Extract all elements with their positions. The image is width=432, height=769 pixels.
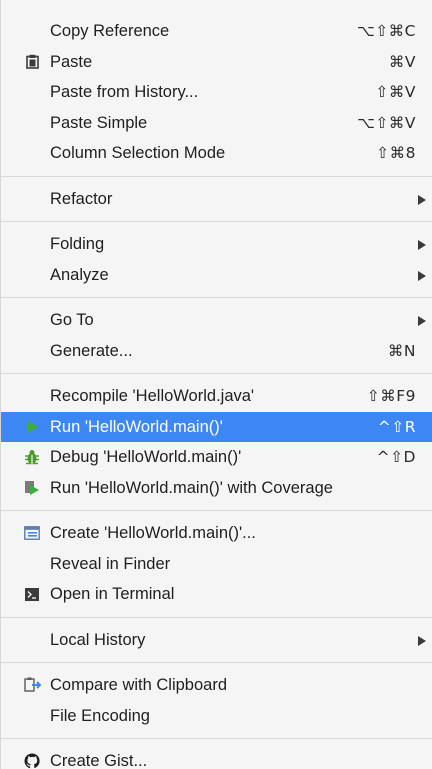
menu-item-label: Go To: [50, 311, 94, 329]
context-menu: Copy Reference ⌥⇧⌘C Paste ⌘V Paste from …: [0, 0, 432, 769]
menu-item-go-to[interactable]: Go To: [1, 305, 432, 336]
submenu-arrow-icon: [418, 194, 426, 205]
run-config-icon: [23, 518, 41, 549]
menu-item-shortcut: ^⇧D: [376, 448, 416, 466]
menu-item-recompile[interactable]: Recompile 'HelloWorld.java' ⇧⌘F9: [1, 381, 432, 412]
menu-item-label: Create 'HelloWorld.main()'...: [50, 524, 256, 542]
menu-item-shortcut: ⇧⌘F9: [366, 387, 416, 405]
menu-item-label: Column Selection Mode: [50, 144, 226, 162]
menu-item-compare-with-clipboard[interactable]: Compare with Clipboard: [1, 670, 432, 701]
menu-item-label: Open in Terminal: [50, 585, 175, 603]
submenu-arrow-icon: [418, 270, 426, 281]
submenu-arrow-icon: [418, 635, 426, 646]
menu-item-run-with-coverage[interactable]: Run 'HelloWorld.main()' with Coverage: [1, 473, 432, 504]
compare-icon: [23, 670, 41, 701]
menu-item-label: File Encoding: [50, 706, 150, 725]
menu-item-label: Run 'HelloWorld.main()' with Coverage: [50, 478, 333, 497]
menu-separator: [1, 503, 432, 518]
menu-item-debug[interactable]: Debug 'HelloWorld.main()' ^⇧D: [1, 442, 432, 473]
menu-item-label: Reveal in Finder: [50, 554, 171, 573]
menu-item-refactor[interactable]: Refactor: [1, 184, 432, 215]
menu-separator: [1, 214, 432, 229]
menu-item-column-selection-mode[interactable]: Column Selection Mode ⇧⌘8: [1, 138, 432, 169]
menu-item-generate[interactable]: Generate... ⌘N: [1, 336, 432, 367]
menu-item-label: Create Gist...: [50, 752, 148, 769]
menu-separator: [1, 169, 432, 184]
menu-item-file-encoding[interactable]: File Encoding: [1, 701, 432, 732]
run-icon: [23, 412, 41, 443]
menu-item-shortcut: ⌘V: [388, 52, 416, 71]
menu-item-reveal-in-finder[interactable]: Reveal in Finder: [1, 549, 432, 580]
menu-separator: [1, 290, 432, 305]
menu-item-label: Paste from History...: [50, 83, 199, 101]
menu-item-shortcut: ⌘N: [387, 341, 416, 360]
menu-item-shortcut: ^⇧R: [377, 417, 416, 436]
menu-item-copy-reference[interactable]: Copy Reference ⌥⇧⌘C: [1, 16, 432, 47]
menu-item-label: Local History: [50, 630, 146, 649]
menu-separator: [1, 655, 432, 670]
menu-item-paste-from-history[interactable]: Paste from History... ⇧⌘V: [1, 77, 432, 108]
menu-item-shortcut: ⌥⇧⌘C: [356, 22, 416, 40]
menu-item-run[interactable]: Run 'HelloWorld.main()' ^⇧R: [1, 411, 432, 443]
menu-item-local-history[interactable]: Local History: [1, 625, 432, 656]
menu-item-create-run-config[interactable]: Create 'HelloWorld.main()'...: [1, 518, 432, 549]
menu-item-label: Compare with Clipboard: [50, 676, 227, 694]
menu-item-label: Run 'HelloWorld.main()': [50, 417, 223, 436]
menu-item-shortcut: ⇧⌘8: [376, 144, 416, 162]
terminal-icon: [23, 579, 41, 610]
menu-item-paste[interactable]: Paste ⌘V: [1, 47, 432, 78]
menu-item-label: Refactor: [50, 189, 113, 208]
clipboard-icon: [23, 47, 41, 78]
submenu-arrow-icon: [418, 316, 426, 326]
menu-separator: [1, 610, 432, 625]
menu-item-folding[interactable]: Folding: [1, 229, 432, 260]
github-icon: [23, 746, 41, 769]
menu-item-label: Recompile 'HelloWorld.java': [50, 387, 255, 405]
menu-item-paste-simple[interactable]: Paste Simple ⌥⇧⌘V: [1, 108, 432, 139]
menu-item-label: Generate...: [50, 341, 133, 360]
submenu-arrow-icon: [418, 240, 426, 250]
menu-item-label: Paste: [50, 52, 93, 71]
menu-separator: [1, 731, 432, 746]
menu-item-create-gist[interactable]: Create Gist...: [1, 746, 432, 769]
menu-item-analyze[interactable]: Analyze: [1, 260, 432, 291]
menu-item-label: Analyze: [50, 265, 109, 284]
menu-item-label: Folding: [50, 235, 105, 253]
menu-item-shortcut: ⌥⇧⌘V: [357, 113, 416, 132]
menu-item-label: Copy Reference: [50, 22, 170, 40]
bug-icon: [23, 442, 41, 473]
coverage-icon: [23, 473, 41, 504]
menu-item-open-in-terminal[interactable]: Open in Terminal: [1, 579, 432, 610]
menu-item-label: Debug 'HelloWorld.main()': [50, 448, 242, 466]
menu-separator: [1, 366, 432, 381]
menu-item-shortcut: ⇧⌘V: [375, 83, 416, 101]
menu-item-label: Paste Simple: [50, 113, 148, 132]
